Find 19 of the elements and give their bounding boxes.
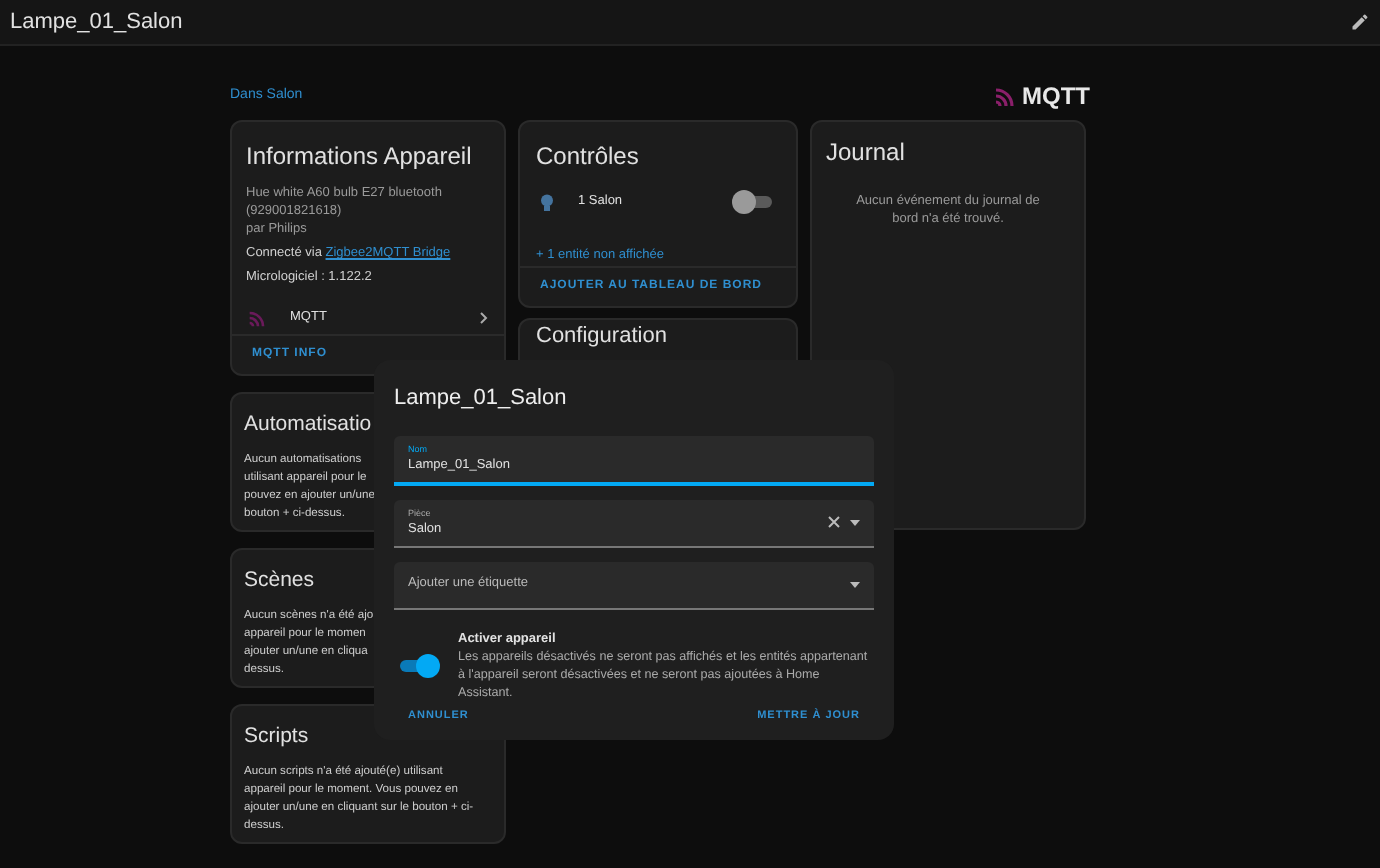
card-title: Informations Appareil	[246, 140, 474, 174]
mqtt-icon	[248, 308, 268, 329]
card-title: Scripts	[244, 722, 309, 752]
toggle-switch[interactable]	[732, 190, 776, 214]
card-title: Scènes	[244, 566, 315, 596]
page-title: Lampe_01_Salon	[10, 7, 183, 38]
clear-icon[interactable]	[828, 516, 840, 528]
card-title: Configuration	[536, 324, 667, 350]
card-title: Journal	[826, 136, 907, 170]
dialog-title: Lampe_01_Salon	[394, 384, 569, 414]
card-title: Contrôles	[534, 140, 641, 174]
pencil-icon[interactable]	[1350, 12, 1370, 32]
lightbulb-icon	[540, 193, 554, 211]
dropdown-icon	[850, 581, 860, 587]
dropdown-icon[interactable]	[850, 519, 860, 525]
chevron-right-icon	[480, 312, 488, 325]
mqtt-logo: MQTT	[994, 84, 1090, 108]
card-title: Automatisatio	[244, 410, 372, 440]
toggle-switch[interactable]	[396, 653, 440, 677]
